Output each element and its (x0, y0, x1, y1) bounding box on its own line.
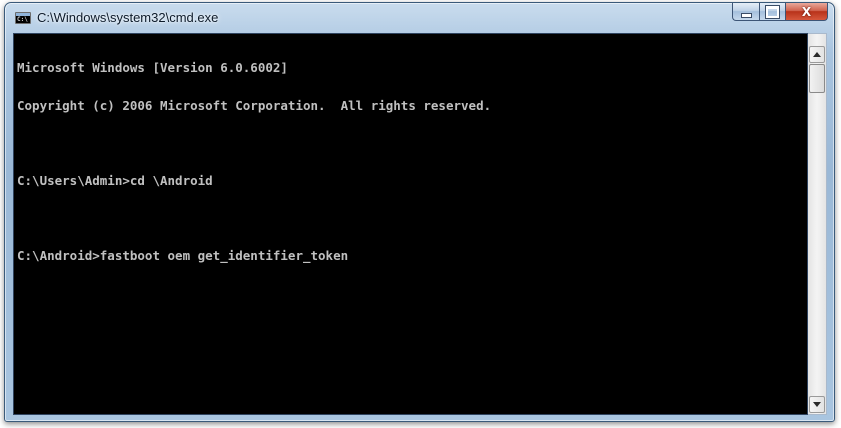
arrow-up-icon (813, 52, 821, 57)
command-prompt-icon[interactable]: C:\ (15, 12, 31, 24)
window-title: C:\Windows\system32\cmd.exe (37, 10, 219, 25)
close-button[interactable]: X (785, 3, 828, 21)
console-line: C:\Android>fastboot oem get_identifier_t… (17, 247, 349, 263)
console-output[interactable]: Microsoft Windows [Version 6.0.6002] Cop… (13, 33, 808, 415)
scroll-up-button[interactable] (809, 46, 825, 63)
window-controls: X (732, 3, 828, 22)
console-line: C:\Users\Admin>cd \Android (17, 172, 213, 188)
maximize-icon (765, 4, 780, 19)
console-text: Microsoft Windows [Version 6.0.6002] Cop… (17, 37, 491, 287)
maximize-button[interactable] (759, 3, 785, 21)
console-line: Microsoft Windows [Version 6.0.6002] (17, 60, 288, 75)
scroll-down-button[interactable] (809, 396, 825, 413)
console-line: Copyright (c) 2006 Microsoft Corporation… (17, 97, 492, 113)
minimize-button[interactable] (732, 3, 759, 21)
vertical-scrollbar[interactable] (808, 33, 827, 415)
scrollbar-thumb[interactable] (809, 64, 825, 93)
minimize-icon (740, 12, 752, 18)
close-icon: X (801, 4, 812, 19)
cmd-window: C:\ C:\Windows\system32\cmd.exe X Micros… (4, 2, 835, 422)
title-bar[interactable]: C:\ C:\Windows\system32\cmd.exe X (5, 3, 834, 35)
arrow-down-icon (813, 402, 821, 407)
